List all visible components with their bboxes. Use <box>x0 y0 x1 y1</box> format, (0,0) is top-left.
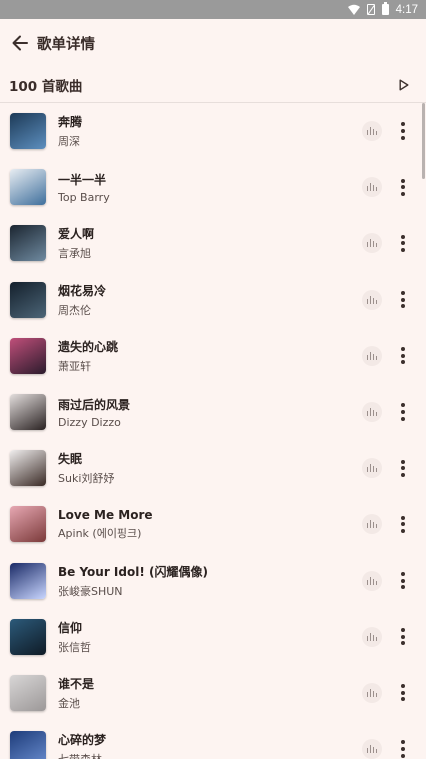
song-meta: 谁不是 金池 <box>58 675 94 711</box>
equalizer-icon[interactable] <box>362 121 382 141</box>
album-cover <box>10 618 46 655</box>
more-vert-icon[interactable] <box>395 570 411 592</box>
song-row[interactable]: Be Your Idol! (闪耀偶像) 张峻豪SHUN <box>0 553 426 609</box>
song-artist: 萧亚轩 <box>58 359 91 373</box>
play-outline-icon[interactable] <box>399 79 409 91</box>
song-artist: Top Barry <box>58 190 110 204</box>
more-vert-icon[interactable] <box>395 289 411 311</box>
song-title: 心碎的梦 <box>58 733 107 748</box>
song-artist: 周深 <box>58 135 80 149</box>
song-title: 烟花易冷 <box>58 283 107 298</box>
album-cover <box>10 562 46 599</box>
song-title: 雨过后的风景 <box>58 397 131 412</box>
song-row[interactable]: 爱人啊 言承旭 <box>0 215 426 271</box>
equalizer-icon[interactable] <box>362 289 382 310</box>
song-title: 爱人啊 <box>58 227 95 242</box>
status-time: 4:17 <box>395 3 418 16</box>
song-row[interactable]: 信仰 张信哲 <box>0 609 426 665</box>
song-meta: 雨过后的风景 Dizzy Dizzo <box>58 396 130 429</box>
scrollbar[interactable] <box>422 103 425 179</box>
song-row[interactable]: 一半一半 Top Barry <box>0 159 426 215</box>
song-meta: 一半一半 Top Barry <box>58 171 110 204</box>
album-cover <box>10 450 46 487</box>
battery-icon <box>381 2 389 15</box>
equalizer-icon[interactable] <box>362 458 382 479</box>
album-cover <box>10 394 46 431</box>
song-meta: 遗失的心跳 萧亚轩 <box>58 338 118 374</box>
album-cover <box>10 506 46 543</box>
more-vert-icon[interactable] <box>395 345 411 367</box>
song-title: 奔腾 <box>58 115 83 130</box>
song-artist: Suki刘舒妤 <box>58 472 115 486</box>
song-row[interactable]: 遗失的心跳 萧亚轩 <box>0 328 426 384</box>
song-artist: 张信哲 <box>58 640 91 654</box>
equalizer-icon[interactable] <box>362 682 382 703</box>
song-artist: 张峻豪SHUN <box>58 584 123 598</box>
song-artist: 七带森林 <box>58 751 106 759</box>
song-title: Be Your Idol! (闪耀偶像) <box>58 564 208 579</box>
no-sim-icon <box>366 4 375 15</box>
album-cover <box>10 337 46 374</box>
song-artist: 周杰伦 <box>58 303 91 317</box>
song-title: 遗失的心跳 <box>58 339 119 354</box>
more-vert-icon[interactable] <box>395 513 411 535</box>
page-title: 歌单详情 <box>37 36 95 53</box>
album-cover <box>10 674 46 711</box>
song-list-header: 100 首歌曲 <box>0 67 426 103</box>
equalizer-icon[interactable] <box>362 401 382 422</box>
more-vert-icon[interactable] <box>395 457 411 479</box>
song-artist: 言承旭 <box>58 247 91 261</box>
equalizer-icon[interactable] <box>362 177 382 198</box>
equalizer-icon[interactable] <box>362 570 382 591</box>
album-cover <box>10 169 46 206</box>
song-title: 信仰 <box>58 620 83 635</box>
song-meta: 奔腾 周深 <box>58 113 82 149</box>
wifi-icon <box>347 4 360 15</box>
album-cover <box>10 731 46 759</box>
more-vert-icon[interactable] <box>395 738 411 759</box>
more-vert-icon[interactable] <box>395 682 411 704</box>
equalizer-icon[interactable] <box>362 626 382 647</box>
more-vert-icon[interactable] <box>395 120 411 142</box>
album-cover <box>10 281 46 318</box>
equalizer-icon[interactable] <box>362 739 382 759</box>
song-meta: 烟花易冷 周杰伦 <box>58 282 106 318</box>
song-title: 谁不是 <box>58 676 95 691</box>
song-title: 失眠 <box>58 452 83 467</box>
song-meta: 心碎的梦七带森林 <box>58 731 106 759</box>
more-vert-icon[interactable] <box>395 626 411 648</box>
arrow-left-icon[interactable] <box>10 33 30 53</box>
song-meta: 爱人啊 言承旭 <box>58 225 94 261</box>
song-list: 奔腾周深一半一半 Top Barry 爱人啊言承旭烟花易冷周杰伦遗失的心跳萧亚轩雨过… <box>0 103 426 759</box>
song-title: Love Me More <box>58 507 153 522</box>
album-cover <box>10 225 46 262</box>
equalizer-icon[interactable] <box>362 514 382 535</box>
more-vert-icon[interactable] <box>395 232 411 254</box>
song-meta: Be Your Idol! (闪耀偶像) 张峻豪SHUN <box>58 563 208 599</box>
equalizer-icon[interactable] <box>362 233 382 254</box>
status-bar: 4:17 <box>0 0 426 19</box>
more-vert-icon[interactable] <box>395 401 411 423</box>
song-meta: 信仰 张信哲 <box>58 619 91 655</box>
album-cover <box>10 113 46 150</box>
more-vert-icon[interactable] <box>395 176 411 198</box>
song-meta: Love Me More Apink (에이핑크) <box>58 508 153 541</box>
song-row[interactable]: 心碎的梦七带森林 <box>0 721 426 759</box>
song-count: 100 首歌曲 <box>9 78 83 95</box>
song-artist: 金池 <box>58 696 80 710</box>
song-row[interactable]: 奔腾 周深 <box>0 103 426 159</box>
song-artist: Dizzy Dizzo <box>58 415 121 429</box>
song-row[interactable]: 雨过后的风景 Dizzy Dizzo <box>0 384 426 440</box>
song-artist: Apink (에이핑크) <box>58 526 142 540</box>
song-title: 一半一半 <box>58 172 107 187</box>
song-row[interactable]: 烟花易冷 周杰伦 <box>0 272 426 328</box>
song-meta: 失眠 Suki刘舒妤 <box>58 450 114 486</box>
equalizer-icon[interactable] <box>362 345 382 366</box>
top-app-bar: 歌单详情 <box>0 19 426 67</box>
song-row[interactable]: 失眠 Suki刘舒妤 <box>0 440 426 496</box>
song-row[interactable]: Love Me More Apink (에이핑크) <box>0 496 426 552</box>
song-row[interactable]: 谁不是 金池 <box>0 665 426 721</box>
